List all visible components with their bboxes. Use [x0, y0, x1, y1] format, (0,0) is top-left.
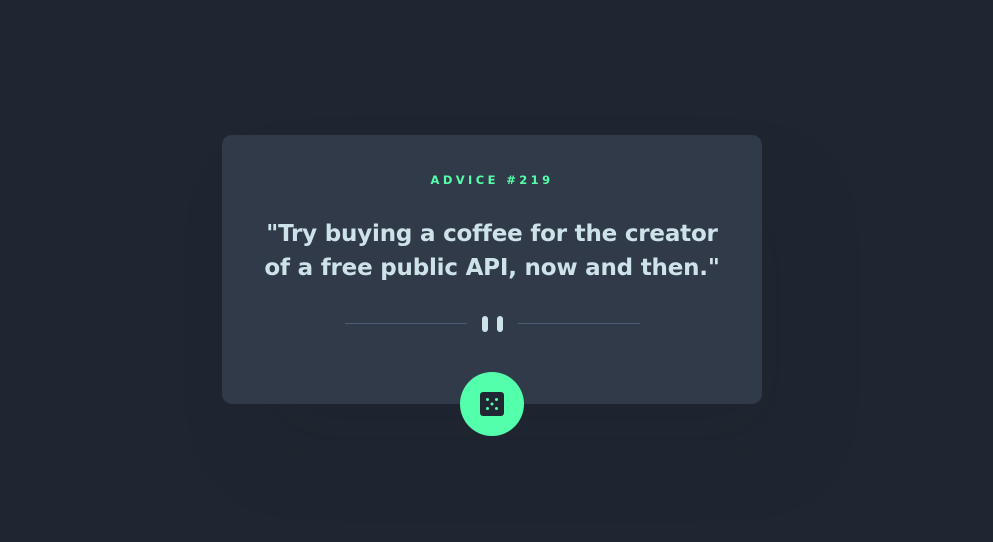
advice-id: ADVICE #219	[430, 173, 554, 187]
dice-icon	[480, 392, 504, 416]
pause-icon	[482, 316, 503, 332]
advice-quote: "Try buying a coffee for the creator of …	[264, 221, 720, 281]
advice-card: ADVICE #219 "Try buying a coffee for the…	[222, 135, 762, 404]
page: ADVICE #219 "Try buying a coffee for the…	[0, 0, 993, 542]
divider	[345, 316, 640, 332]
divider-line-left	[345, 323, 467, 324]
divider-line-right	[518, 323, 640, 324]
pause-bar-left	[482, 316, 488, 332]
new-advice-button[interactable]	[460, 372, 524, 436]
pause-bar-right	[497, 316, 503, 332]
